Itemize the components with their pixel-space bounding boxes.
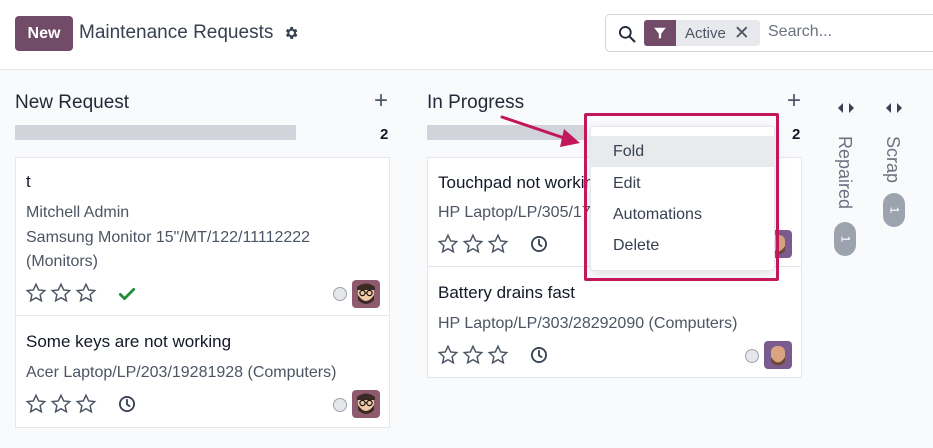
star-icon[interactable] [487,233,509,255]
star-icon[interactable] [75,282,97,304]
control-panel: New Maintenance Requests Active ✕ [0,0,933,70]
star-icon[interactable] [462,233,484,255]
column-count: 2 [792,126,801,143]
priority-stars[interactable] [25,282,97,304]
card-requester: Mitchell Admin [26,204,130,221]
folded-column-title: Repaired [835,136,855,210]
column-title: New Request [15,92,130,113]
gear-icon[interactable] [283,25,299,41]
folded-column-count: 1 [883,193,905,227]
status-indicator[interactable] [333,287,347,301]
card-equipment: HP Laptop/LP/303/28292090 (Computers) [438,315,738,332]
card-title: Some keys are not working [26,332,232,351]
kanban-card[interactable]: t Mitchell Admin Samsung Monitor 15"/MT/… [15,157,390,316]
card-title: t [26,172,31,191]
fold-arrows-icon[interactable] [885,101,903,115]
star-icon[interactable] [25,393,47,415]
clock-icon[interactable] [117,394,137,414]
plus-icon[interactable]: + [787,89,801,113]
kanban-card[interactable]: Battery drains fast HP Laptop/LP/303/282… [427,266,802,378]
new-button[interactable]: New [15,16,73,51]
star-icon[interactable] [75,393,97,415]
filter-icon [644,20,676,46]
star-icon[interactable] [487,344,509,366]
folded-column-title: Scrap [883,136,903,184]
card-title: Touchpad not working [438,173,604,192]
fold-arrows-icon[interactable] [837,101,855,115]
facet-label: Active [685,24,726,42]
column-title: In Progress [427,92,525,113]
page-title: Maintenance Requests [79,22,274,43]
star-icon[interactable] [462,344,484,366]
column-progress-bar[interactable] [15,125,296,140]
status-indicator[interactable] [333,398,347,412]
clock-icon[interactable] [529,345,549,365]
search-facet[interactable]: Active ✕ [644,20,760,46]
highlight-box [584,113,779,281]
star-icon[interactable] [437,344,459,366]
clock-icon[interactable] [529,234,549,254]
facet-remove-icon[interactable]: ✕ [734,20,760,46]
column-count: 2 [380,126,389,143]
avatar[interactable] [764,341,792,369]
card-category: (Monitors) [26,253,99,270]
avatar[interactable] [352,390,380,418]
star-icon[interactable] [50,282,72,304]
avatar[interactable] [352,280,380,308]
search-icon[interactable] [617,24,637,44]
card-title: Battery drains fast [438,283,576,302]
status-indicator[interactable] [745,349,759,363]
priority-stars[interactable] [25,393,97,415]
priority-stars[interactable] [437,344,509,366]
plus-icon[interactable]: + [374,89,388,113]
annotation-arrow [500,115,580,147]
card-equipment: Samsung Monitor 15"/MT/122/11112222 [26,229,311,246]
search-input[interactable] [768,23,933,41]
card-equipment: Acer Laptop/LP/203/19281928 (Computers) [26,364,337,381]
star-icon[interactable] [50,393,72,415]
check-icon[interactable] [117,284,137,304]
kanban-card[interactable]: Some keys are not working Acer Laptop/LP… [15,315,390,428]
star-icon[interactable] [437,233,459,255]
search-bar[interactable]: Active ✕ [605,14,933,52]
folded-column-count: 1 [834,222,856,256]
priority-stars[interactable] [437,233,509,255]
star-icon[interactable] [25,282,47,304]
